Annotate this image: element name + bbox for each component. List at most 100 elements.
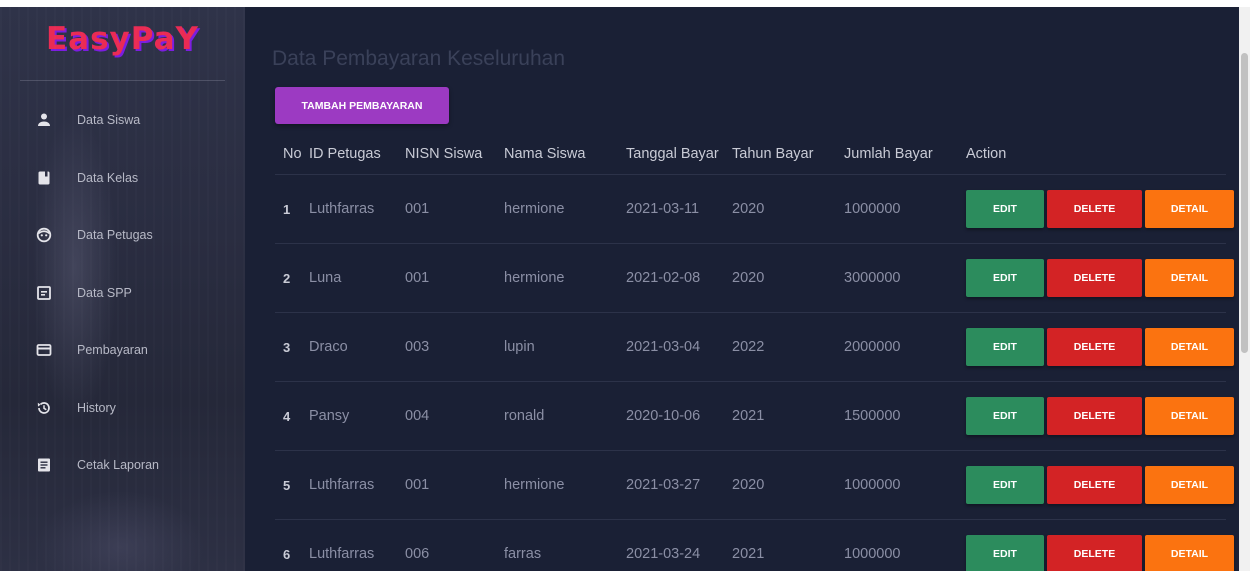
edit-button[interactable]: EDIT — [966, 328, 1044, 366]
cell-tahun-bayar: 2022 — [725, 312, 837, 382]
sidebar-item-data-siswa[interactable]: Data Siswa — [0, 102, 245, 160]
logo-divider — [20, 80, 225, 81]
face-icon — [36, 227, 52, 243]
table-header-row: No ID Petugas NISN Siswa Nama Siswa Tang… — [275, 134, 1226, 175]
column-header-action: Action — [959, 134, 1226, 175]
table-row: 6 Luthfarras 006 farras 2021-03-24 2021 … — [275, 519, 1234, 571]
cell-id-petugas: Pansy — [302, 381, 398, 451]
cell-jumlah-bayar: 1000000 — [837, 174, 959, 244]
column-header-nama-siswa: Nama Siswa — [497, 134, 619, 175]
sidebar: EasyPaY Data Siswa Data Kelas Data Petug… — [0, 7, 245, 571]
edit-button[interactable]: EDIT — [966, 535, 1044, 571]
cell-nama-siswa: farras — [497, 519, 619, 571]
cell-tanggal-bayar: 2021-03-04 — [619, 312, 725, 382]
cell-no: 1 — [275, 174, 302, 244]
cell-nisn-siswa: 004 — [398, 381, 497, 451]
detail-button[interactable]: DETAIL — [1145, 466, 1234, 504]
cell-tanggal-bayar: 2021-03-11 — [619, 174, 725, 244]
delete-button[interactable]: DELETE — [1047, 190, 1142, 228]
cell-nama-siswa: hermione — [497, 450, 619, 520]
bookmark-icon — [36, 170, 52, 186]
detail-button[interactable]: DETAIL — [1145, 328, 1234, 366]
sidebar-item-history[interactable]: History — [0, 390, 245, 448]
credit-card-icon — [36, 342, 52, 358]
delete-button[interactable]: DELETE — [1047, 259, 1142, 297]
cell-actions: EDIT DELETE DETAIL — [959, 519, 1234, 571]
cell-jumlah-bayar: 3000000 — [837, 243, 959, 313]
table-row: 4 Pansy 004 ronald 2020-10-06 2021 15000… — [275, 381, 1234, 451]
column-header-nisn-siswa: NISN Siswa — [398, 134, 497, 175]
cell-nisn-siswa: 003 — [398, 312, 497, 382]
cell-nama-siswa: hermione — [497, 174, 619, 244]
cell-id-petugas: Draco — [302, 312, 398, 382]
cell-jumlah-bayar: 1000000 — [837, 450, 959, 520]
table-row: 1 Luthfarras 001 hermione 2021-03-11 202… — [275, 174, 1234, 244]
table-body: 1 Luthfarras 001 hermione 2021-03-11 202… — [275, 174, 1234, 571]
sidebar-item-label: History — [77, 400, 116, 415]
column-header-jumlah-bayar: Jumlah Bayar — [837, 134, 959, 175]
sidebar-item-data-spp[interactable]: Data SPP — [0, 275, 245, 333]
sidebar-item-pembayaran[interactable]: Pembayaran — [0, 332, 245, 390]
cell-jumlah-bayar: 1500000 — [837, 381, 959, 451]
detail-button[interactable]: DETAIL — [1145, 397, 1234, 435]
column-header-tanggal-bayar: Tanggal Bayar — [619, 134, 725, 175]
cell-tanggal-bayar: 2021-02-08 — [619, 243, 725, 313]
sidebar-item-label: Data Siswa — [77, 113, 141, 127]
cell-tanggal-bayar: 2021-03-27 — [619, 450, 725, 520]
delete-button[interactable]: DELETE — [1047, 535, 1142, 571]
sidebar-item-cetak-laporan[interactable]: Cetak Laporan — [0, 447, 245, 505]
cell-tahun-bayar: 2020 — [725, 174, 837, 244]
cell-no: 5 — [275, 450, 302, 520]
cell-id-petugas: Luna — [302, 243, 398, 313]
main-content: Data Pembayaran Keseluruhan TAMBAH PEMBA… — [245, 7, 1239, 571]
cell-actions: EDIT DELETE DETAIL — [959, 381, 1234, 451]
app-frame: EasyPaY Data Siswa Data Kelas Data Petug… — [0, 7, 1239, 571]
cell-tanggal-bayar: 2021-03-24 — [619, 519, 725, 571]
cell-jumlah-bayar: 1000000 — [837, 519, 959, 571]
edit-button[interactable]: EDIT — [966, 190, 1044, 228]
cell-no: 3 — [275, 312, 302, 382]
sidebar-item-data-petugas[interactable]: Data Petugas — [0, 217, 245, 275]
cell-tahun-bayar: 2021 — [725, 381, 837, 451]
add-payment-button[interactable]: TAMBAH PEMBAYARAN — [275, 87, 449, 124]
sidebar-item-label: Data SPP — [77, 285, 132, 300]
column-header-id-petugas: ID Petugas — [302, 134, 398, 175]
cell-no: 6 — [275, 519, 302, 571]
cell-nama-siswa: hermione — [497, 243, 619, 313]
sidebar-nav: Data Siswa Data Kelas Data Petugas Data … — [0, 102, 245, 505]
cell-tahun-bayar: 2021 — [725, 519, 837, 571]
cell-actions: EDIT DELETE DETAIL — [959, 450, 1234, 520]
sidebar-item-label: Pembayaran — [77, 343, 148, 357]
brand-logo[interactable]: EasyPaY — [0, 21, 245, 57]
column-header-no: No — [275, 134, 302, 175]
cell-nama-siswa: ronald — [497, 381, 619, 451]
delete-button[interactable]: DELETE — [1047, 328, 1142, 366]
sidebar-item-label: Data Kelas — [77, 170, 139, 185]
vertical-scrollbar[interactable] — [1239, 7, 1250, 571]
page-title: Data Pembayaran Keseluruhan — [272, 47, 566, 70]
receipt-icon — [36, 285, 52, 301]
cell-no: 2 — [275, 243, 302, 313]
delete-button[interactable]: DELETE — [1047, 397, 1142, 435]
cell-nisn-siswa: 001 — [398, 243, 497, 313]
edit-button[interactable]: EDIT — [966, 397, 1044, 435]
sidebar-item-data-kelas[interactable]: Data Kelas — [0, 160, 245, 218]
detail-button[interactable]: DETAIL — [1145, 259, 1234, 297]
table-header: No ID Petugas NISN Siswa Nama Siswa Tang… — [275, 134, 1226, 175]
edit-button[interactable]: EDIT — [966, 259, 1044, 297]
cell-tanggal-bayar: 2020-10-06 — [619, 381, 725, 451]
delete-button[interactable]: DELETE — [1047, 466, 1142, 504]
cell-id-petugas: Luthfarras — [302, 450, 398, 520]
table-row: 2 Luna 001 hermione 2021-02-08 2020 3000… — [275, 243, 1234, 313]
edit-button[interactable]: EDIT — [966, 466, 1044, 504]
person-icon — [36, 112, 52, 128]
cell-nama-siswa: lupin — [497, 312, 619, 382]
cell-jumlah-bayar: 2000000 — [837, 312, 959, 382]
detail-button[interactable]: DETAIL — [1145, 535, 1234, 571]
cell-no: 4 — [275, 381, 302, 451]
scrollbar-thumb[interactable] — [1241, 53, 1248, 353]
column-header-tahun-bayar: Tahun Bayar — [725, 134, 837, 175]
cell-actions: EDIT DELETE DETAIL — [959, 174, 1234, 244]
detail-button[interactable]: DETAIL — [1145, 190, 1234, 228]
cell-actions: EDIT DELETE DETAIL — [959, 243, 1234, 313]
